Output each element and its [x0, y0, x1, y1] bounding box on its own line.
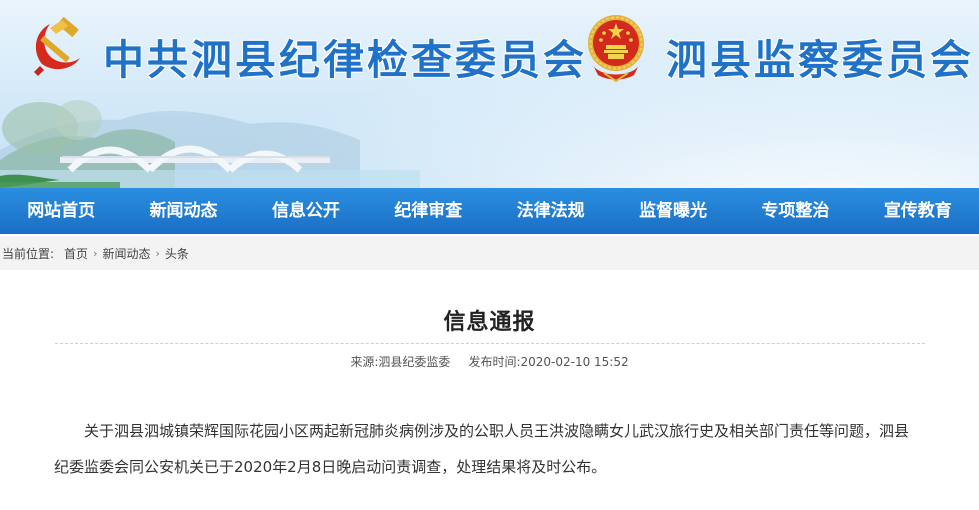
nav-item-info-disclosure[interactable]: 信息公开: [245, 188, 367, 234]
nav-item-news[interactable]: 新闻动态: [122, 188, 244, 234]
site-title-discipline: 中共泗县纪律检查委员会: [103, 36, 587, 84]
article-title: 信息通报: [443, 310, 536, 335]
main-nav: 网站首页 新闻动态 信息公开 纪律审查 法律法规 监督曝光 专项整治 宣传教育: [0, 188, 979, 234]
nav-item-home[interactable]: 网站首页: [0, 188, 122, 234]
site-title-supervision: 泗县监察委员会: [666, 36, 974, 84]
nav-item-exposure[interactable]: 监督曝光: [612, 188, 734, 234]
breadcrumb: 当前位置: 首页 › 新闻动态 › 头条: [0, 236, 979, 270]
title-divider: [55, 343, 925, 344]
national-emblem-icon: [588, 15, 644, 83]
chevron-right-icon: ›: [155, 246, 160, 260]
party-emblem-icon: [34, 17, 80, 76]
nav-item-special-rectification[interactable]: 专项整治: [734, 188, 856, 234]
header-banner: 中共泗县纪律检查委员会 泗县监察委员会: [0, 0, 979, 188]
article-body: 关于泗县泗城镇荣辉国际花园小区两起新冠肺炎病例涉及的公职人员王洪波隐瞒女儿武汉旅…: [54, 422, 910, 476]
nav-item-discipline-review[interactable]: 纪律审查: [367, 188, 489, 234]
date-label: 发布时间:: [468, 355, 521, 369]
source-label: 来源:: [350, 355, 379, 369]
article-date: 2020-02-10 15:52: [520, 355, 629, 369]
article-source: 泗县纪委监委: [378, 355, 451, 369]
breadcrumb-headline-link[interactable]: 头条: [165, 245, 189, 262]
breadcrumb-home-link[interactable]: 首页: [64, 245, 88, 262]
nav-item-education[interactable]: 宣传教育: [857, 188, 979, 234]
breadcrumb-prefix: 当前位置:: [2, 246, 55, 261]
breadcrumb-news-link[interactable]: 新闻动态: [102, 245, 150, 262]
chevron-right-icon: ›: [93, 246, 98, 260]
article-meta: 来源:泗县纪委监委 发布时间:2020-02-10 15:52: [0, 353, 979, 370]
nav-item-laws[interactable]: 法律法规: [490, 188, 612, 234]
